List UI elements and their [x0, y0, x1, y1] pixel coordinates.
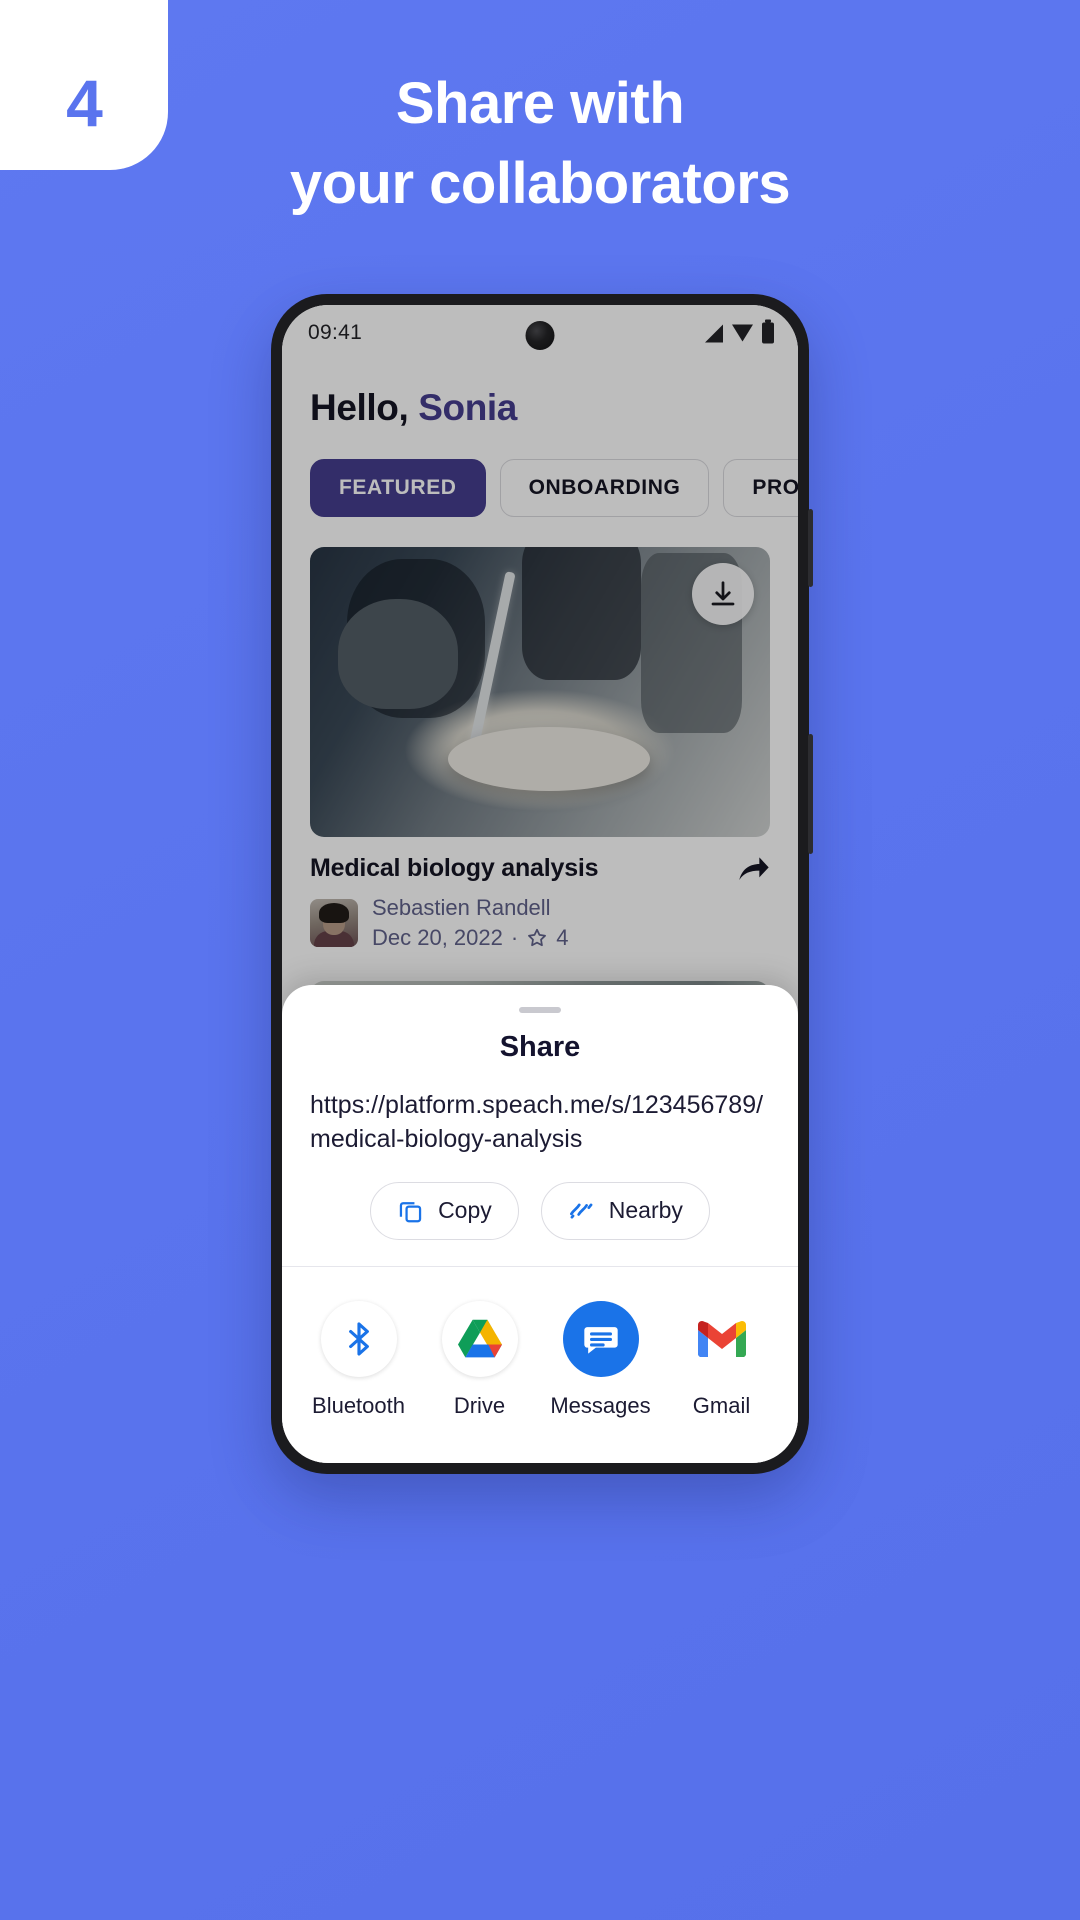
course-title: Medical biology analysis	[310, 853, 599, 882]
star-icon	[526, 927, 548, 949]
nearby-share-icon	[568, 1197, 595, 1224]
tab-procedures-label: PROCEDURES	[752, 476, 798, 499]
share-bottom-sheet: Share https://platform.speach.me/s/12345…	[282, 984, 798, 1463]
share-target-apps: Bluetooth Drive Messages Gmail	[282, 1267, 798, 1463]
tab-featured[interactable]: FEATURED	[310, 459, 486, 517]
share-action-chips: Copy Nearby	[282, 1156, 798, 1266]
share-target-label: Messages	[550, 1393, 651, 1418]
share-target-messages[interactable]: Messages	[540, 1301, 661, 1419]
course-meta: Sebastien Randell Dec 20, 2022 · 4	[310, 893, 770, 953]
promo-headline: Share with your collaborators	[0, 64, 1080, 224]
nearby-label: Nearby	[608, 1197, 683, 1223]
google-messages-icon	[562, 1301, 639, 1377]
avatar	[310, 898, 358, 947]
copy-button[interactable]: Copy	[370, 1181, 519, 1240]
bluetooth-icon	[320, 1301, 397, 1377]
copy-label: Copy	[438, 1197, 492, 1223]
tab-procedures[interactable]: PROCEDURES	[723, 459, 798, 517]
greeting-prefix: Hello,	[310, 387, 419, 428]
course-submeta: Dec 20, 2022 · 4	[372, 923, 568, 953]
course-thumbnail	[310, 547, 770, 837]
share-target-label: Gmail	[692, 1393, 751, 1418]
status-bar: 09:41	[282, 305, 798, 361]
copy-icon	[397, 1197, 424, 1224]
page-title: Hello, Sonia	[282, 361, 798, 429]
gmail-icon	[684, 1301, 760, 1377]
front-camera-punch-hole	[525, 321, 555, 350]
course-card-header: Medical biology analysis	[310, 853, 770, 883]
share-target-label: Drive	[453, 1393, 506, 1418]
sheet-drag-handle[interactable]	[519, 1006, 561, 1013]
greeting-user-name: Sonia	[418, 387, 517, 428]
course-rating: 4	[556, 924, 569, 950]
headline-line-2: your collaborators	[289, 151, 791, 217]
category-tabs: FEATURED ONBOARDING PROCEDURES	[282, 429, 798, 517]
share-sheet-title: Share	[499, 1030, 581, 1063]
headline-line-1: Share with	[395, 71, 685, 136]
signal-icon	[705, 324, 723, 342]
download-icon[interactable]	[692, 563, 754, 625]
tab-onboarding-label: ONBOARDING	[528, 476, 681, 499]
phone-mockup: 09:41 Hello, Sonia FEATURED ONBOARDING P…	[271, 294, 813, 1474]
share-arrow-icon[interactable]	[738, 853, 770, 883]
course-card[interactable]: Medical biology analysis Sebastien Rande…	[310, 547, 770, 953]
google-drive-icon	[441, 1301, 518, 1377]
share-target-label: Bluetooth	[312, 1393, 405, 1418]
tab-featured-label: FEATURED	[339, 476, 457, 499]
share-target-bluetooth[interactable]: Bluetooth	[298, 1301, 419, 1419]
course-date: Dec 20, 2022	[372, 924, 503, 950]
tab-onboarding[interactable]: ONBOARDING	[499, 459, 710, 517]
phone-button-volume	[808, 509, 813, 587]
share-url: https://platform.speach.me/s/123456789/m…	[310, 1090, 764, 1153]
share-target-drive[interactable]: Drive	[419, 1301, 540, 1419]
phone-screen: 09:41 Hello, Sonia FEATURED ONBOARDING P…	[282, 305, 798, 1463]
wifi-icon	[732, 324, 753, 342]
status-bar-time: 09:41	[308, 321, 363, 344]
nearby-share-button[interactable]: Nearby	[540, 1181, 710, 1240]
course-author: Sebastien Randell	[372, 895, 551, 920]
phone-button-power	[808, 734, 813, 854]
meta-separator: ·	[510, 924, 519, 950]
share-target-gmail[interactable]: Gmail	[661, 1301, 782, 1419]
battery-icon	[762, 319, 774, 344]
status-bar-icons	[705, 319, 774, 344]
